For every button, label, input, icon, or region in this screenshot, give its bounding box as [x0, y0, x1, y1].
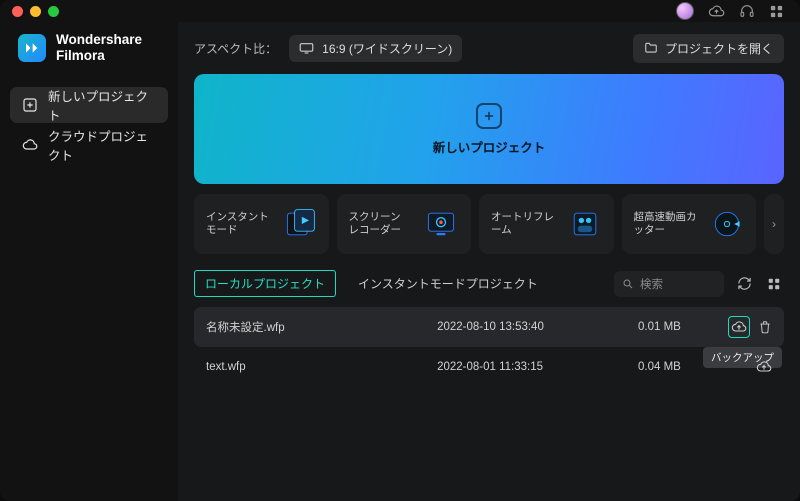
- sidebar-item-label: 新しいプロジェクト: [48, 86, 156, 124]
- project-list: 名称未設定.wfp 2022-08-10 13:53:40 0.01 MB バッ…: [194, 307, 784, 387]
- sidebar-item-new-project[interactable]: 新しいプロジェクト: [10, 87, 168, 123]
- search-input[interactable]: 検索: [614, 271, 724, 297]
- window-maximize-button[interactable]: [48, 6, 59, 17]
- monitor-icon: [299, 42, 314, 54]
- window-minimize-button[interactable]: [30, 6, 41, 17]
- tab-local-projects[interactable]: ローカルプロジェクト: [194, 270, 336, 297]
- cloud-icon[interactable]: [708, 3, 725, 20]
- aspect-ratio-label: アスペクト比：: [194, 40, 277, 57]
- video-cutter-icon: [708, 205, 746, 243]
- refresh-button[interactable]: [734, 274, 754, 294]
- headphones-icon[interactable]: [739, 3, 755, 19]
- card-screen-recorder[interactable]: スクリーン レコーダー: [337, 194, 472, 254]
- feature-cards: インスタントモード スクリーン レコーダー オートリフレーム: [194, 194, 784, 254]
- hero-label: 新しいプロジェクト: [433, 137, 546, 156]
- window-close-button[interactable]: [12, 6, 23, 17]
- open-project-button[interactable]: プロジェクトを開く: [633, 34, 784, 63]
- aspect-ratio-select[interactable]: 16:9 (ワイドスクリーン): [289, 35, 462, 62]
- project-date: 2022-08-10 13:53:40: [437, 321, 638, 333]
- project-tabs: ローカルプロジェクト インスタントモードプロジェクト 検索: [194, 270, 784, 297]
- aspect-ratio-value: 16:9 (ワイドスクリーン): [322, 40, 452, 57]
- titlebar: [0, 0, 800, 22]
- grid-icon[interactable]: [769, 4, 784, 19]
- sidebar-item-label: クラウドプロジェクト: [48, 126, 156, 164]
- tab-instant-projects[interactable]: インスタントモードプロジェクト: [348, 270, 548, 297]
- brand-line1: Wondershare: [56, 32, 142, 48]
- auto-reframe-icon: [566, 205, 604, 243]
- project-size: 0.01 MB: [638, 321, 718, 333]
- screen-recorder-icon: [421, 205, 461, 243]
- instant-mode-icon: [281, 205, 319, 243]
- brand-line2: Filmora: [56, 48, 142, 64]
- cloud-project-icon: [22, 137, 38, 153]
- card-video-cutter[interactable]: 超高速動画カッター: [622, 194, 757, 254]
- brand: Wondershare Filmora: [0, 28, 178, 83]
- new-project-hero[interactable]: 新しいプロジェクト: [194, 74, 784, 184]
- backup-button[interactable]: [728, 316, 750, 338]
- project-name: text.wfp: [206, 361, 437, 373]
- main: アスペクト比： 16:9 (ワイドスクリーン) プロジェクトを開く: [178, 22, 800, 501]
- project-name: 名称未設定.wfp: [206, 319, 437, 335]
- plus-icon: [476, 103, 502, 129]
- toolbar: アスペクト比： 16:9 (ワイドスクリーン) プロジェクトを開く: [194, 22, 784, 74]
- search-placeholder: 検索: [640, 276, 663, 292]
- sidebar-item-cloud-project[interactable]: クラウドプロジェクト: [10, 127, 168, 163]
- user-avatar[interactable]: [676, 2, 694, 20]
- project-size: 0.04 MB: [638, 361, 718, 373]
- sidebar: Wondershare Filmora 新しいプロジェクト クラウドプロジェクト: [0, 22, 178, 501]
- cards-next-button[interactable]: ›: [764, 194, 784, 254]
- new-project-icon: [22, 97, 38, 113]
- project-row[interactable]: 名称未設定.wfp 2022-08-10 13:53:40 0.01 MB バッ…: [194, 307, 784, 347]
- search-icon: [622, 278, 634, 290]
- delete-button[interactable]: [758, 320, 772, 334]
- project-date: 2022-08-01 11:33:15: [437, 361, 638, 373]
- open-project-label: プロジェクトを開く: [665, 40, 773, 57]
- app-logo-icon: [18, 34, 46, 62]
- project-row[interactable]: text.wfp 2022-08-01 11:33:15 0.04 MB: [194, 347, 784, 387]
- card-auto-reframe[interactable]: オートリフレーム: [479, 194, 614, 254]
- view-grid-button[interactable]: [764, 274, 784, 294]
- folder-icon: [644, 41, 658, 55]
- card-instant-mode[interactable]: インスタントモード: [194, 194, 329, 254]
- backup-button[interactable]: [756, 359, 772, 375]
- chevron-right-icon: ›: [772, 217, 776, 231]
